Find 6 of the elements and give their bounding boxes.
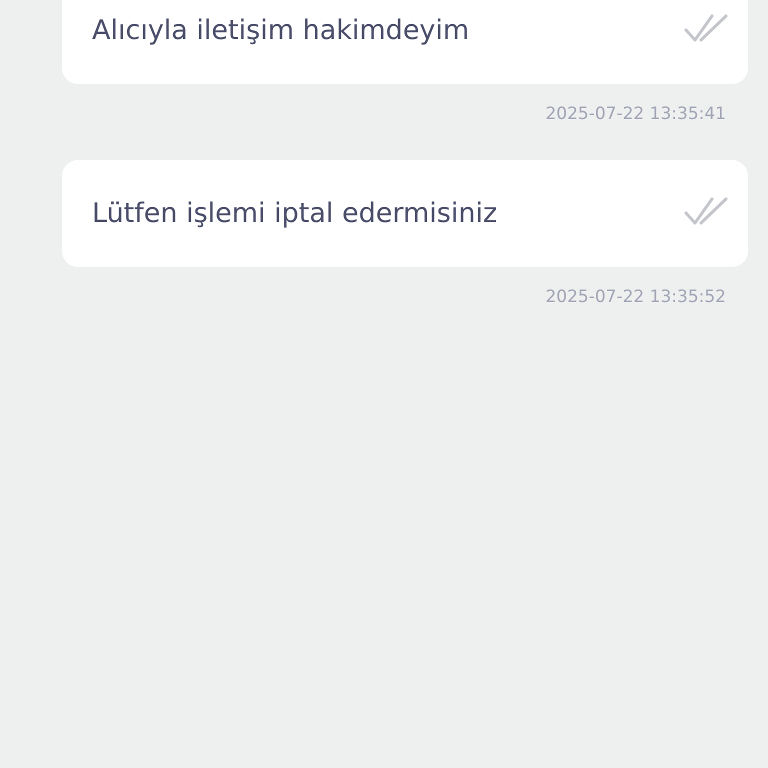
message-text: Lütfen işlemi iptal edermisiniz xyxy=(92,198,498,229)
double-check-icon xyxy=(684,12,728,42)
message-timestamp: 2025-07-22 13:35:41 xyxy=(544,104,727,124)
message-timestamp: 2025-07-22 13:35:52 xyxy=(544,287,727,307)
message-text: Alıcıyla iletişim hakimdeyim xyxy=(92,15,470,46)
double-check-icon xyxy=(684,196,728,226)
